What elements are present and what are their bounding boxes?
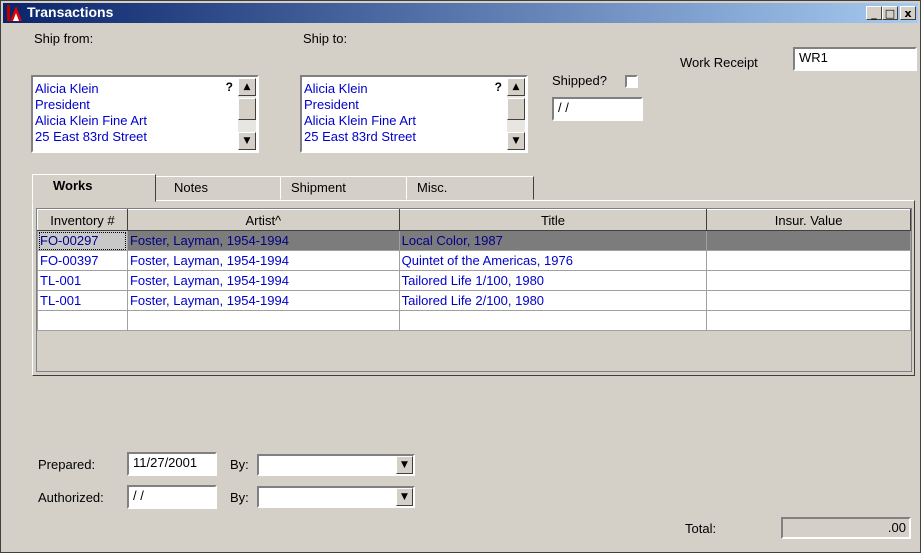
tab-misc[interactable]: Misc. xyxy=(406,176,534,200)
scroll-down-icon[interactable]: ▼ xyxy=(507,132,525,150)
address-line: Alicia Klein xyxy=(304,81,368,96)
prepared-by-label: By: xyxy=(230,457,249,472)
table-row[interactable]: TL-001 Foster, Layman, 1954-1994 Tailore… xyxy=(37,290,911,311)
value-cell[interactable] xyxy=(706,310,911,331)
value-cell[interactable] xyxy=(706,230,911,251)
maximize-button[interactable]: □ xyxy=(882,6,898,20)
column-header-inventory[interactable]: Inventory # xyxy=(37,209,128,231)
artist-cell[interactable] xyxy=(126,310,400,331)
ship-to-scrollbar[interactable]: ▲ ▼ xyxy=(507,78,525,150)
chevron-down-icon[interactable]: ▼ xyxy=(396,488,413,506)
table-header-row: Inventory # Artist^ Title Insur. Value xyxy=(37,209,911,231)
artist-cell[interactable]: Foster, Layman, 1954-1994 xyxy=(126,290,400,311)
chevron-down-icon[interactable]: ▼ xyxy=(396,456,413,474)
inventory-cell[interactable]: TL-001 xyxy=(37,270,128,291)
ship-from-scrollbar[interactable]: ▲ ▼ xyxy=(238,78,256,150)
prepared-date-field[interactable]: 11/27/2001 xyxy=(127,452,217,476)
table-row[interactable] xyxy=(37,310,911,331)
scroll-up-icon[interactable]: ▲ xyxy=(507,78,525,96)
minimize-button[interactable]: _ xyxy=(866,6,882,20)
shipped-checkbox[interactable] xyxy=(625,75,638,88)
inventory-cell[interactable] xyxy=(37,310,128,331)
prepared-by-select[interactable]: ▼ xyxy=(257,454,415,476)
shipped-label: Shipped? xyxy=(552,73,607,88)
total-label: Total: xyxy=(685,521,717,536)
help-icon[interactable]: ? xyxy=(226,80,233,94)
authorized-by-label: By: xyxy=(230,490,249,505)
tab-works[interactable]: Works xyxy=(32,174,156,202)
value-cell[interactable] xyxy=(706,270,911,291)
help-icon[interactable]: ? xyxy=(495,80,502,94)
ship-to-address[interactable]: Alicia Klein President Alicia Klein Fine… xyxy=(300,75,528,153)
works-grid[interactable]: Inventory # Artist^ Title Insur. Value F… xyxy=(36,208,912,372)
work-receipt-label: Work Receipt xyxy=(680,55,758,70)
value-cell[interactable] xyxy=(706,290,911,311)
address-line: President xyxy=(35,97,90,112)
artist-cell[interactable]: Foster, Layman, 1954-1994 xyxy=(126,230,400,251)
inventory-cell[interactable]: FO-00397 xyxy=(37,250,128,271)
scroll-up-icon[interactable]: ▲ xyxy=(238,78,256,96)
column-header-insur-value[interactable]: Insur. Value xyxy=(706,209,911,231)
address-line: Alicia Klein Fine Art xyxy=(35,113,147,128)
prepared-label: Prepared: xyxy=(38,457,96,472)
scroll-thumb[interactable] xyxy=(238,98,256,120)
app-logo-icon xyxy=(7,5,22,21)
inventory-cell[interactable]: TL-001 xyxy=(37,290,128,311)
address-line: Alicia Klein Fine Art xyxy=(304,113,416,128)
title-bar[interactable]: Transactions _ □ x xyxy=(3,3,918,23)
close-button[interactable]: x xyxy=(900,6,916,20)
column-header-title[interactable]: Title xyxy=(398,209,708,231)
title-cell[interactable] xyxy=(398,310,708,331)
address-line: Alicia Klein xyxy=(35,81,99,96)
inventory-cell[interactable]: FO-00297 xyxy=(37,230,128,251)
column-header-artist[interactable]: Artist^ xyxy=(126,209,400,231)
title-cell[interactable]: Tailored Life 2/100, 1980 xyxy=(398,290,708,311)
authorized-by-select[interactable]: ▼ xyxy=(257,486,415,508)
work-receipt-field[interactable]: WR1 xyxy=(793,47,917,71)
title-cell[interactable]: Tailored Life 1/100, 1980 xyxy=(398,270,708,291)
ship-to-label: Ship to: xyxy=(303,31,348,46)
shipped-date-field[interactable]: / / xyxy=(552,97,643,121)
title-cell[interactable]: Local Color, 1987 xyxy=(398,230,708,251)
ship-from-label: Ship from: xyxy=(34,31,94,46)
address-line: 25 East 83rd Street xyxy=(35,129,148,144)
value-cell[interactable] xyxy=(706,250,911,271)
table-row[interactable]: FO-00397 Foster, Layman, 1954-1994 Quint… xyxy=(37,250,911,271)
window-title: Transactions xyxy=(27,4,114,20)
tab-notes[interactable]: Notes xyxy=(153,176,281,200)
authorized-date-field[interactable]: / / xyxy=(127,485,217,509)
address-line: President xyxy=(304,97,359,112)
title-cell[interactable]: Quintet of the Americas, 1976 xyxy=(398,250,708,271)
works-table: Inventory # Artist^ Title Insur. Value F… xyxy=(37,209,911,331)
table-row[interactable]: TL-001 Foster, Layman, 1954-1994 Tailore… xyxy=(37,270,911,291)
scroll-down-icon[interactable]: ▼ xyxy=(238,132,256,150)
total-value: .00 xyxy=(781,517,911,539)
address-line: 25 East 83rd Street xyxy=(304,129,417,144)
artist-cell[interactable]: Foster, Layman, 1954-1994 xyxy=(126,250,400,271)
artist-cell[interactable]: Foster, Layman, 1954-1994 xyxy=(126,270,400,291)
transactions-window: Transactions _ □ x Ship from: Alicia Kle… xyxy=(0,0,921,553)
tab-shipment[interactable]: Shipment xyxy=(280,176,408,200)
authorized-label: Authorized: xyxy=(38,490,104,505)
table-row[interactable]: FO-00297 Foster, Layman, 1954-1994 Local… xyxy=(37,230,911,251)
ship-from-address[interactable]: Alicia Klein President Alicia Klein Fine… xyxy=(31,75,259,153)
scroll-thumb[interactable] xyxy=(507,98,525,120)
